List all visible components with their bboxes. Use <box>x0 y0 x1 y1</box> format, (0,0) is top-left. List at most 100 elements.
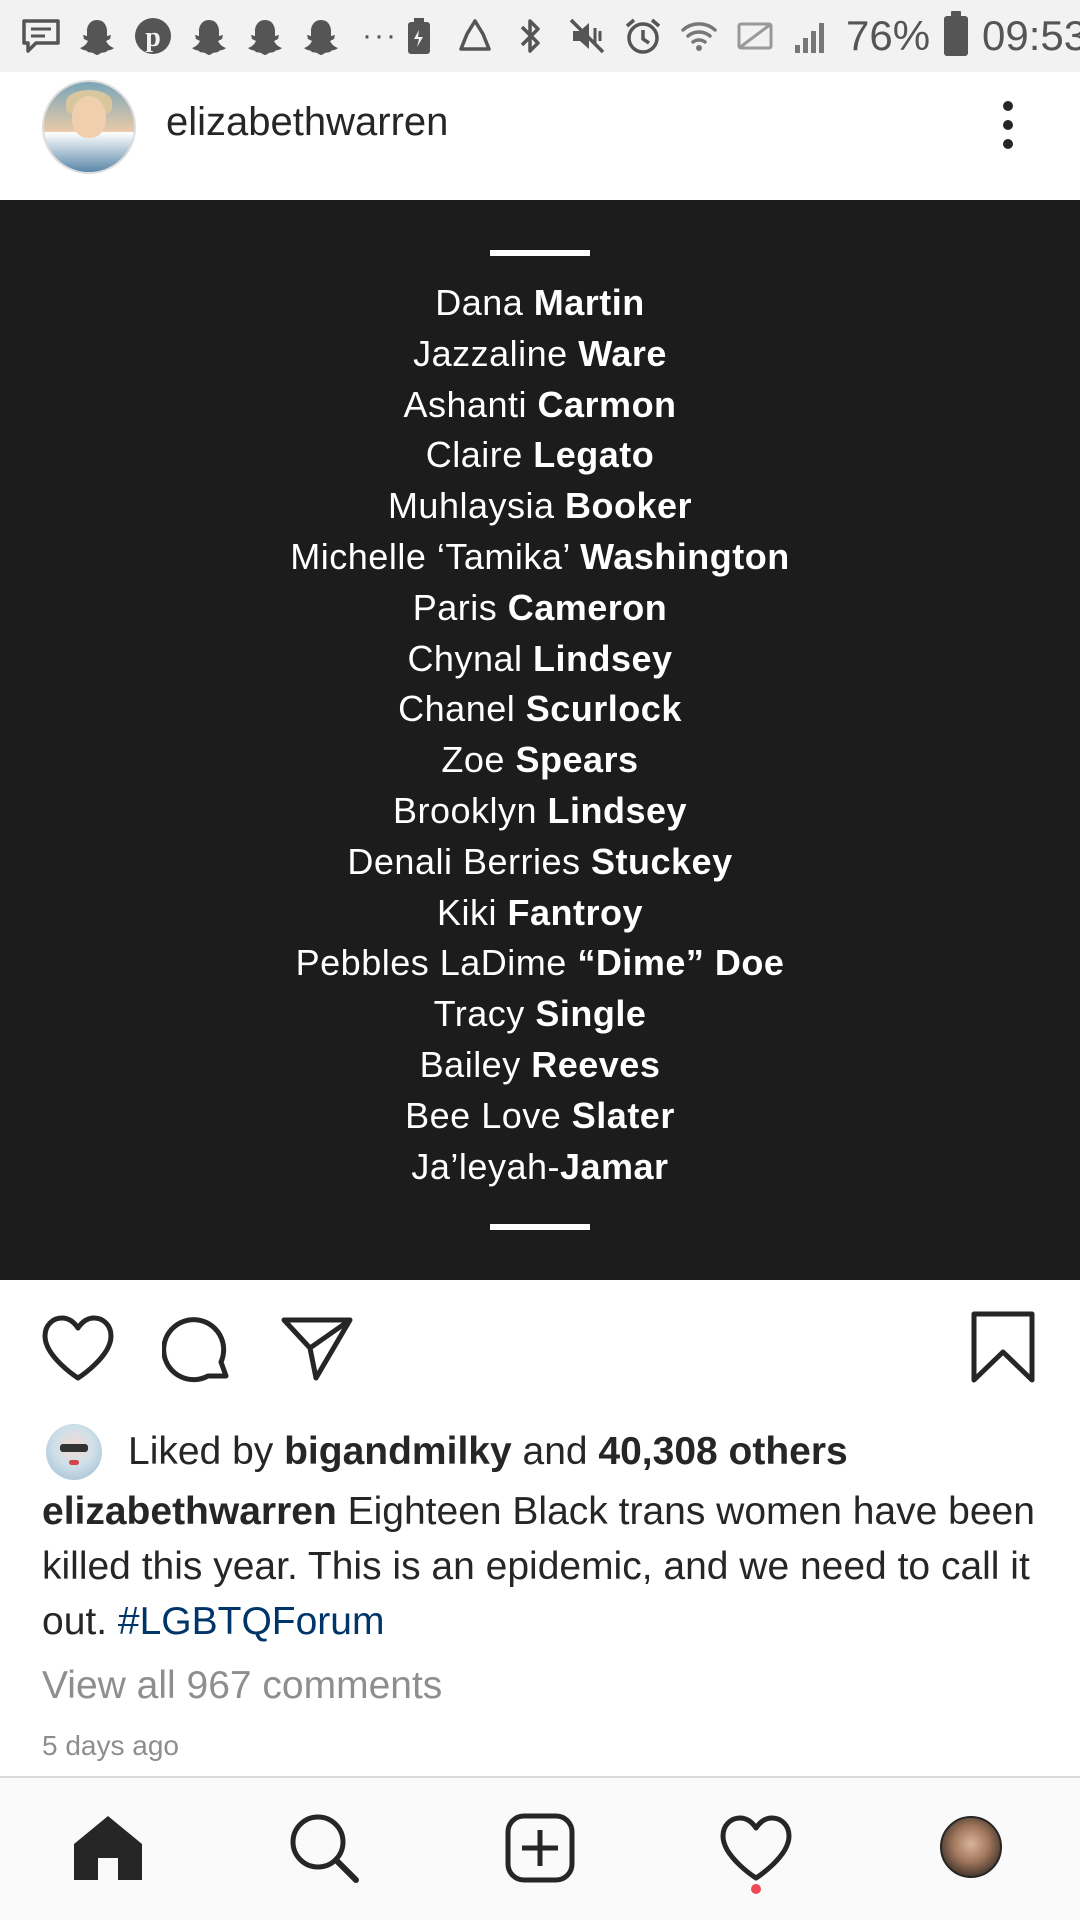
first-name: Ashanti <box>403 383 528 425</box>
first-name: Kiki <box>436 891 497 933</box>
caption-username[interactable]: elizabethwarren <box>42 1490 337 1533</box>
first-name: Claire <box>425 434 523 476</box>
last-name: Lindsey <box>533 637 673 679</box>
liker-username[interactable]: bigandmilky <box>284 1430 512 1474</box>
first-name: Ja’leyah- <box>411 1145 560 1187</box>
last-name: Cameron <box>507 586 668 628</box>
name-entry: Zoe Spears <box>0 735 1080 786</box>
pinterest-icon: p <box>132 15 174 57</box>
author-avatar[interactable] <box>42 80 136 174</box>
name-entry: Kiki Fantroy <box>0 888 1080 939</box>
last-name: Stuckey <box>591 840 733 882</box>
snapchat-icon <box>244 15 286 57</box>
status-bar: p ··· 76% 09:53 <box>0 0 1080 72</box>
caption-hashtag[interactable]: #LGBTQForum <box>118 1600 385 1643</box>
status-bar-notifications: p ··· <box>20 15 398 57</box>
wifi-icon <box>678 15 720 57</box>
battery-percent: 76% <box>845 12 931 59</box>
first-name: Tracy <box>433 993 525 1035</box>
last-name: Ware <box>578 332 667 374</box>
liked-by-label: Liked by <box>128 1430 274 1473</box>
signal-icon <box>790 15 832 57</box>
bottom-divider <box>490 1224 590 1230</box>
name-entry: Dana Martin <box>0 278 1080 329</box>
more-options-icon[interactable] <box>988 94 1028 164</box>
svg-text:p: p <box>145 22 161 53</box>
last-name: “Dime” Doe <box>577 942 785 984</box>
author-username[interactable]: elizabethwarren <box>166 100 448 145</box>
first-name: Pebbles LaDime <box>295 942 567 984</box>
profile-avatar[interactable] <box>940 1816 1002 1878</box>
top-divider <box>490 250 590 256</box>
snapchat-icon <box>76 15 118 57</box>
first-name: Chanel <box>398 688 516 730</box>
name-entry: Claire Legato <box>0 430 1080 481</box>
mute-vibrate-icon <box>566 15 608 57</box>
first-name: Michelle ‘Tamika’ <box>290 535 570 577</box>
name-entry: Brooklyn Lindsey <box>0 786 1080 837</box>
last-name: Washington <box>580 535 790 577</box>
name-entry: Chanel Scurlock <box>0 684 1080 735</box>
first-name: Brooklyn <box>392 789 537 831</box>
last-name: Spears <box>515 739 639 781</box>
battery-icon <box>944 11 969 56</box>
last-name: Single <box>535 993 647 1035</box>
first-name: Denali Berries <box>347 840 581 882</box>
post-actions <box>0 1296 1080 1396</box>
likes-conjunction: and <box>522 1430 588 1473</box>
last-name: Carmon <box>537 383 677 425</box>
name-entry: Ashanti Carmon <box>0 380 1080 431</box>
add-post-icon[interactable] <box>504 1812 576 1889</box>
name-entry: Muhlaysia Booker <box>0 481 1080 532</box>
post-caption: elizabethwarren Eighteen Black trans wom… <box>42 1484 1052 1649</box>
name-entry: Jazzaline Ware <box>0 329 1080 380</box>
bluetooth-icon <box>510 15 552 57</box>
first-name: Bailey <box>419 1043 521 1085</box>
last-name: Slater <box>571 1094 675 1136</box>
last-name: Fantroy <box>507 891 644 933</box>
likes-summary[interactable]: Liked by bigandmilky and 40,308 others <box>46 1424 848 1480</box>
activity-heart-icon[interactable] <box>718 1814 794 1889</box>
status-bar-system: 76% 09:53 <box>398 11 1080 60</box>
notification-dot <box>751 1884 761 1894</box>
name-entry: Paris Cameron <box>0 583 1080 634</box>
first-name: Zoe <box>441 739 505 781</box>
first-name: Jazzaline <box>413 332 568 374</box>
last-name: Legato <box>533 434 655 476</box>
name-entry: Tracy Single <box>0 989 1080 1040</box>
post-timestamp: 5 days ago <box>42 1730 179 1761</box>
last-name: Jamar <box>559 1145 669 1187</box>
last-name: Scurlock <box>525 688 682 730</box>
name-entry: Michelle ‘Tamika’ Washington <box>0 532 1080 583</box>
snapchat-icon <box>300 15 342 57</box>
first-name: Paris <box>412 586 498 628</box>
name-entry: Chynal Lindsey <box>0 634 1080 685</box>
name-entry: Ja’leyah-Jamar <box>0 1142 1080 1193</box>
name-entry: Bee Love Slater <box>0 1091 1080 1142</box>
name-entry: Denali Berries Stuckey <box>0 837 1080 888</box>
likes-count[interactable]: 40,308 others <box>598 1430 847 1474</box>
battery-saver-icon <box>398 15 440 57</box>
last-name: Reeves <box>531 1043 661 1085</box>
first-name: Dana <box>435 282 524 323</box>
liker-avatar <box>46 1424 102 1480</box>
share-icon[interactable] <box>280 1316 354 1387</box>
recycle-icon <box>454 15 496 57</box>
last-name: Booker <box>565 485 693 527</box>
heart-icon[interactable] <box>40 1314 116 1389</box>
name-entry: Pebbles LaDime “Dime” Doe <box>0 938 1080 989</box>
names-list: Dana Martin Jazzaline Ware Ashanti Carmon C… <box>0 278 1080 1192</box>
view-comments-link[interactable]: View all 967 comments <box>42 1664 442 1708</box>
alarm-icon <box>622 15 664 57</box>
home-icon[interactable] <box>72 1812 144 1889</box>
no-sim-icon <box>734 15 776 57</box>
last-name: Martin <box>533 282 645 323</box>
first-name: Muhlaysia <box>387 485 555 527</box>
more-notifications-icon: ··· <box>362 19 398 52</box>
bookmark-icon[interactable] <box>970 1310 1036 1389</box>
search-icon[interactable] <box>288 1812 360 1889</box>
clock: 09:53 <box>982 12 1080 59</box>
snapchat-icon <box>188 15 230 57</box>
comment-icon[interactable] <box>161 1314 234 1391</box>
first-name: Chynal <box>407 637 523 679</box>
